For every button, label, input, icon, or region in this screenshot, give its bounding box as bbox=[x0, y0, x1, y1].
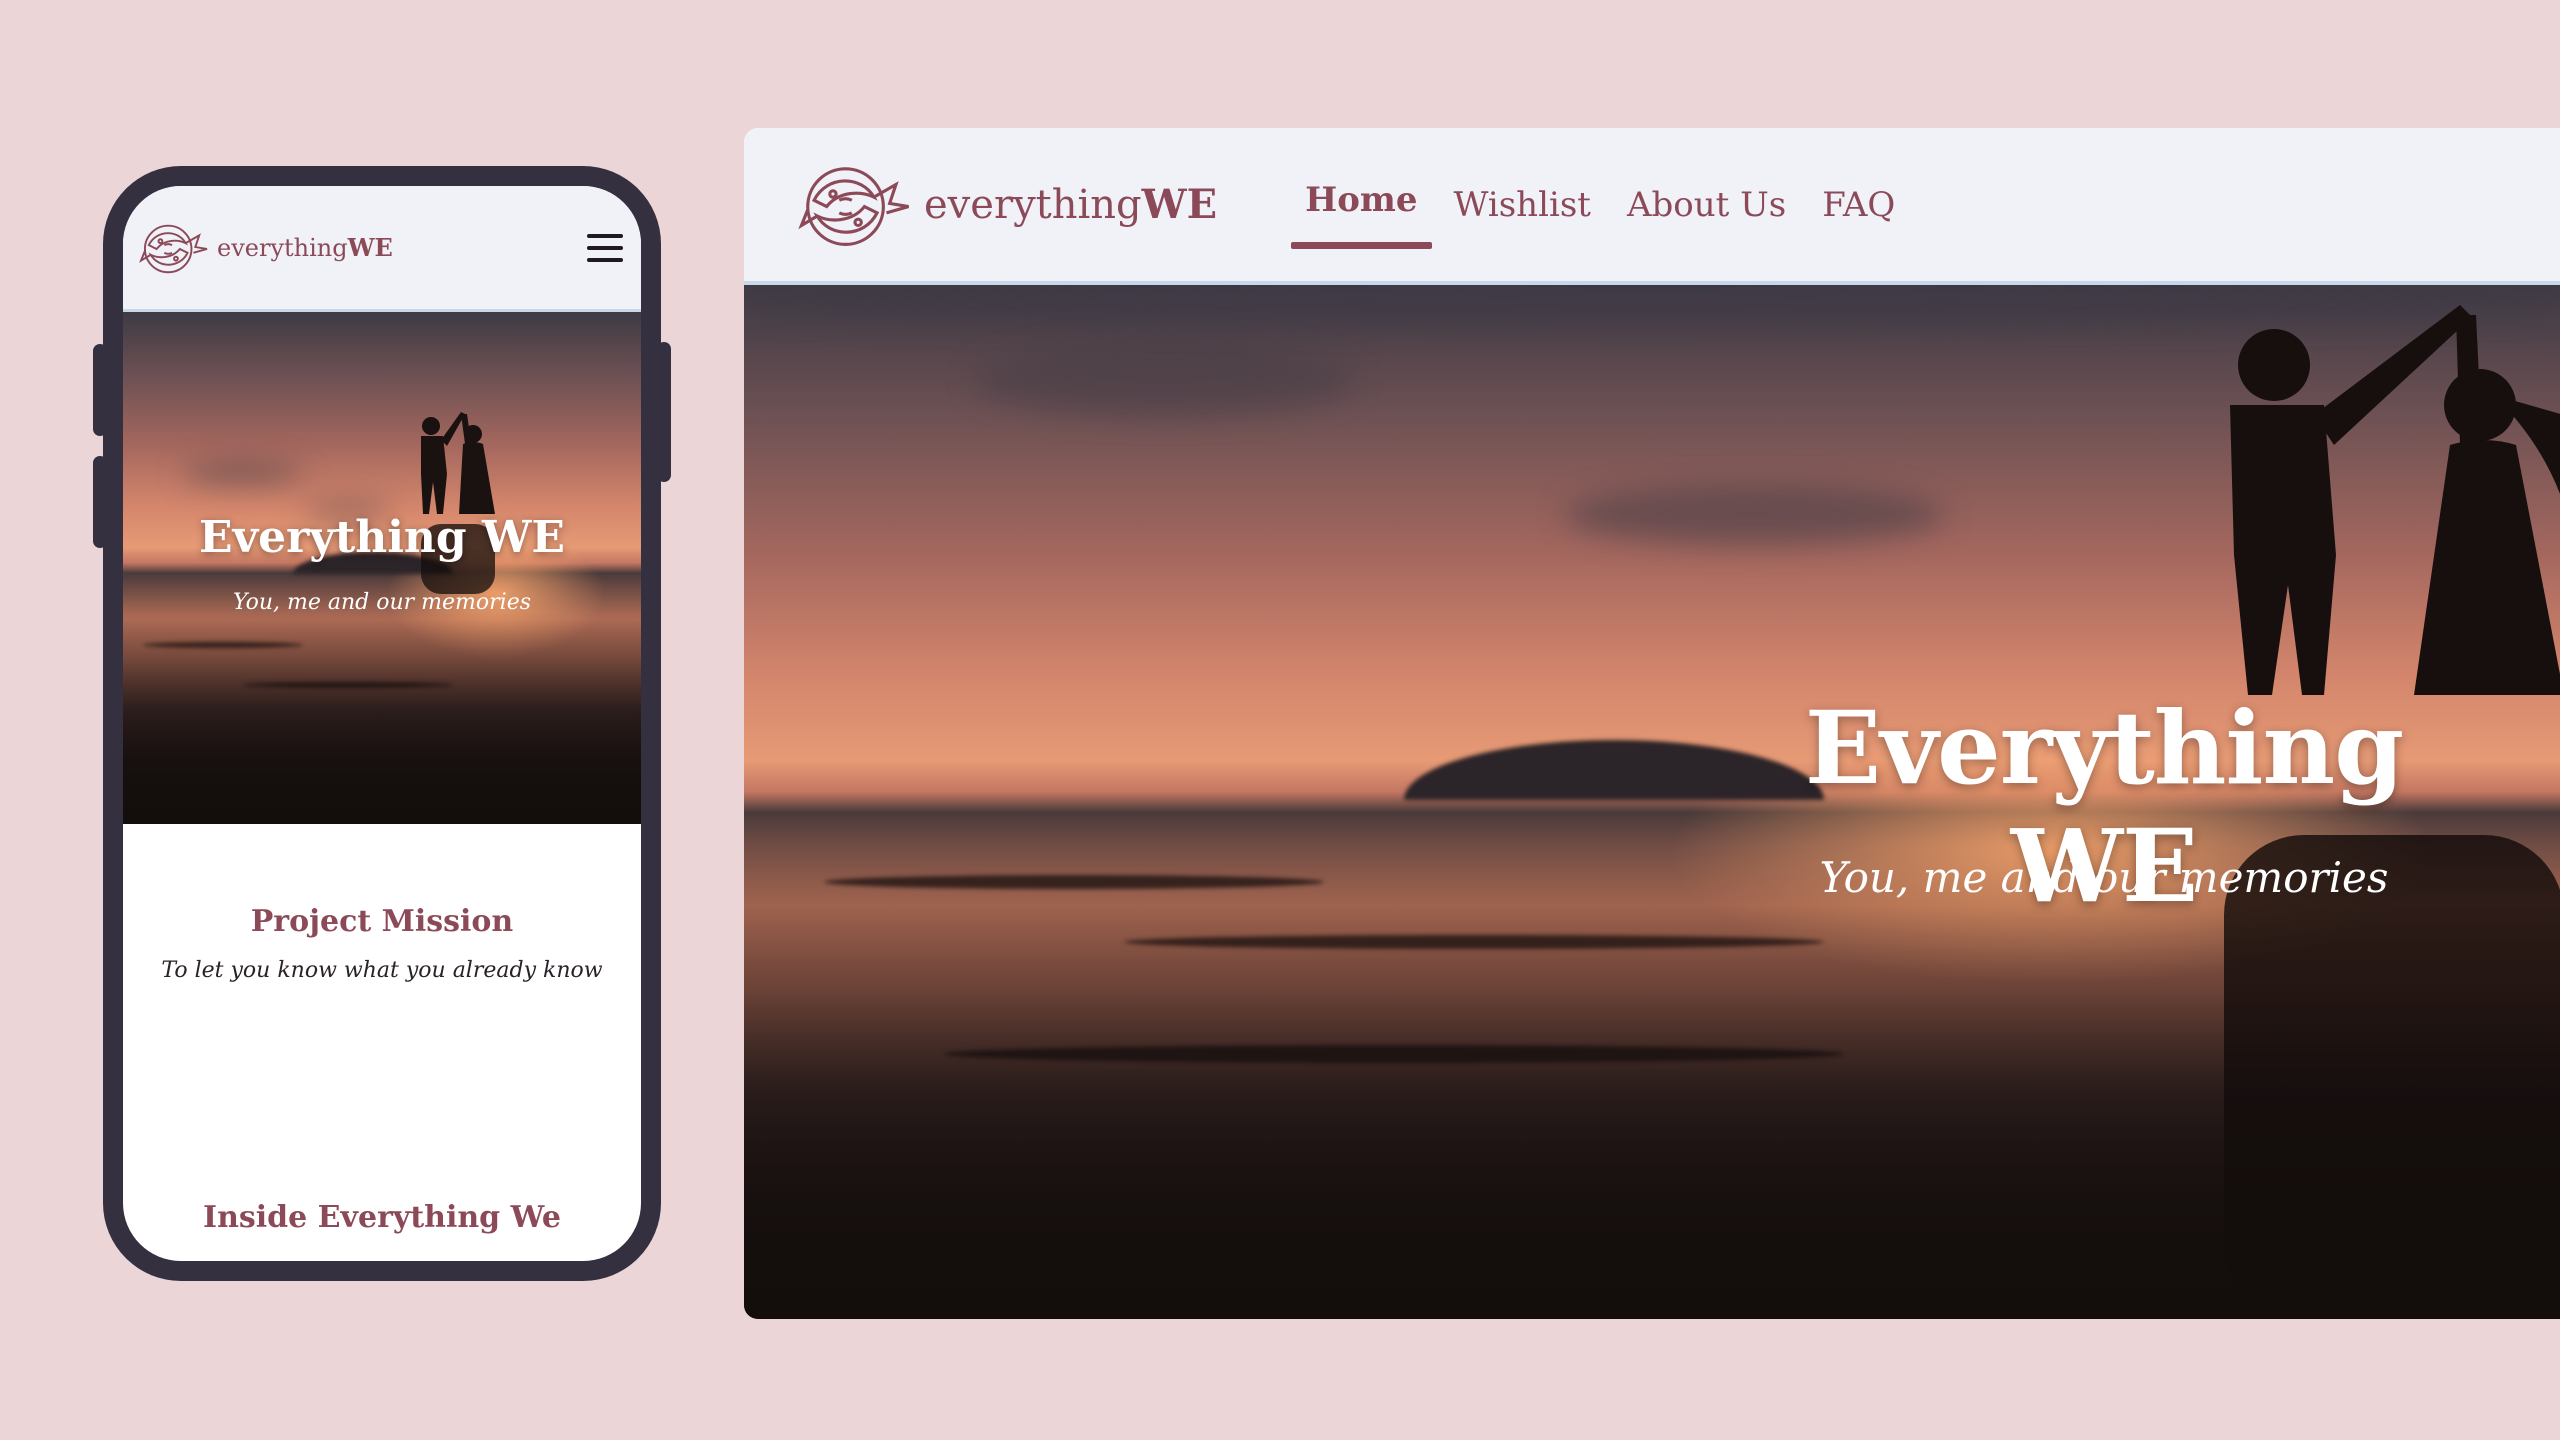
desktop-header: everythingWE Home Wishlist About Us FAQ bbox=[744, 128, 2560, 285]
phone-side-button bbox=[93, 344, 107, 436]
desktop-hero: Everything WE You, me and our memories bbox=[744, 285, 2560, 1319]
mobile-hero-subtitle: You, me and our memories bbox=[232, 590, 532, 615]
project-mission-text: To let you know what you already know bbox=[161, 958, 603, 983]
nav-about-us[interactable]: About Us bbox=[1609, 128, 1804, 281]
main-nav: Home Wishlist About Us FAQ bbox=[1287, 128, 1913, 281]
nav-wishlist[interactable]: Wishlist bbox=[1436, 128, 1609, 281]
mobile-hero: Everything WE You, me and our memories bbox=[123, 312, 641, 824]
nav-faq[interactable]: FAQ bbox=[1804, 128, 1913, 281]
mobile-header: everythingWE bbox=[123, 186, 641, 312]
desktop-hero-subtitle: You, me and our memories bbox=[1819, 853, 2389, 902]
couple-silhouette bbox=[421, 412, 495, 594]
desktop-mockup: everythingWE Home Wishlist About Us FAQ bbox=[744, 128, 2560, 1319]
nav-home[interactable]: Home bbox=[1287, 128, 1435, 281]
project-mission-heading: Project Mission bbox=[250, 904, 514, 939]
mobile-logo[interactable]: everythingWE bbox=[135, 216, 393, 280]
mobile-hero-title: Everything WE bbox=[199, 512, 565, 563]
desktop-brand-name: everythingWE bbox=[924, 181, 1218, 228]
desktop-logo[interactable]: everythingWE bbox=[792, 153, 1217, 257]
koi-fish-logo-icon bbox=[139, 224, 208, 273]
mobile-mockup: everythingWE Everything WE You, me and o… bbox=[93, 166, 671, 1281]
mobile-brand-name: everythingWE bbox=[217, 233, 393, 262]
phone-side-button bbox=[93, 456, 107, 548]
hamburger-menu-icon[interactable] bbox=[587, 233, 623, 262]
mobile-screen: everythingWE Everything WE You, me and o… bbox=[123, 186, 641, 1261]
phone-power-button bbox=[657, 342, 671, 482]
mobile-hero-image bbox=[123, 312, 641, 824]
koi-fish-logo-icon bbox=[798, 166, 909, 246]
inside-everything-we-heading: Inside Everything We bbox=[203, 1200, 561, 1235]
